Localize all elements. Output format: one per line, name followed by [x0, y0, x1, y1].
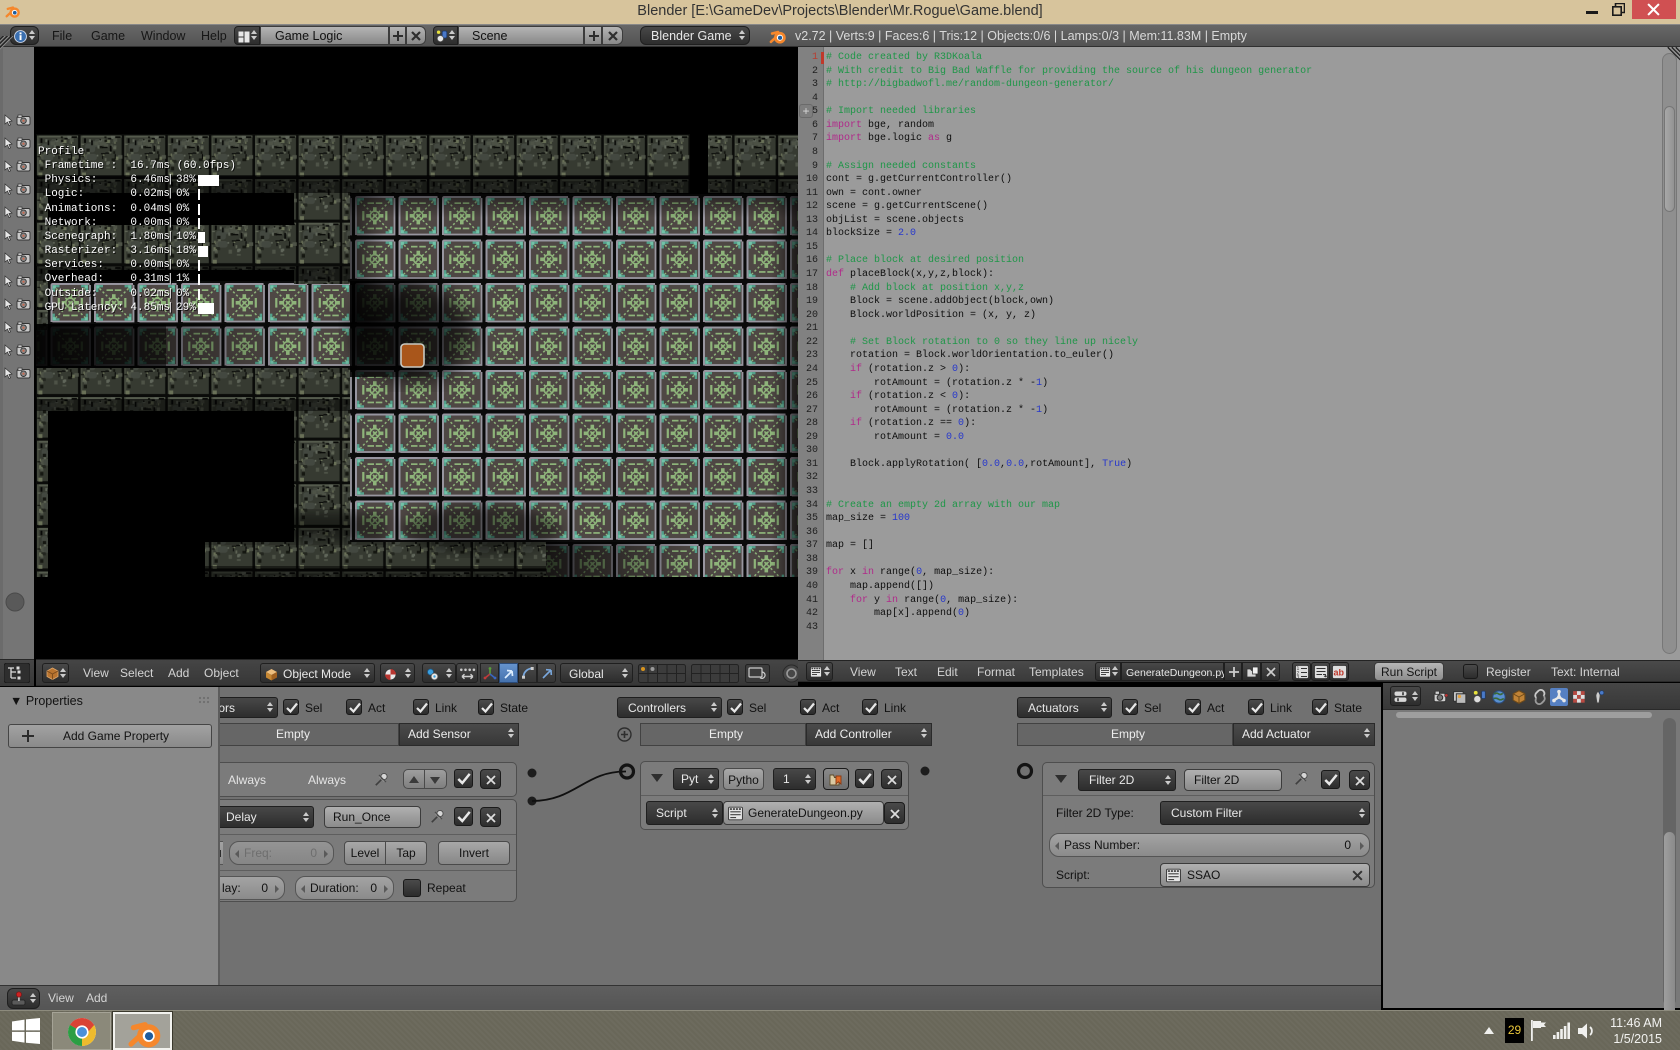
- svg-text:ab: ab: [1334, 668, 1345, 678]
- svg-text:3: 3: [1297, 675, 1300, 680]
